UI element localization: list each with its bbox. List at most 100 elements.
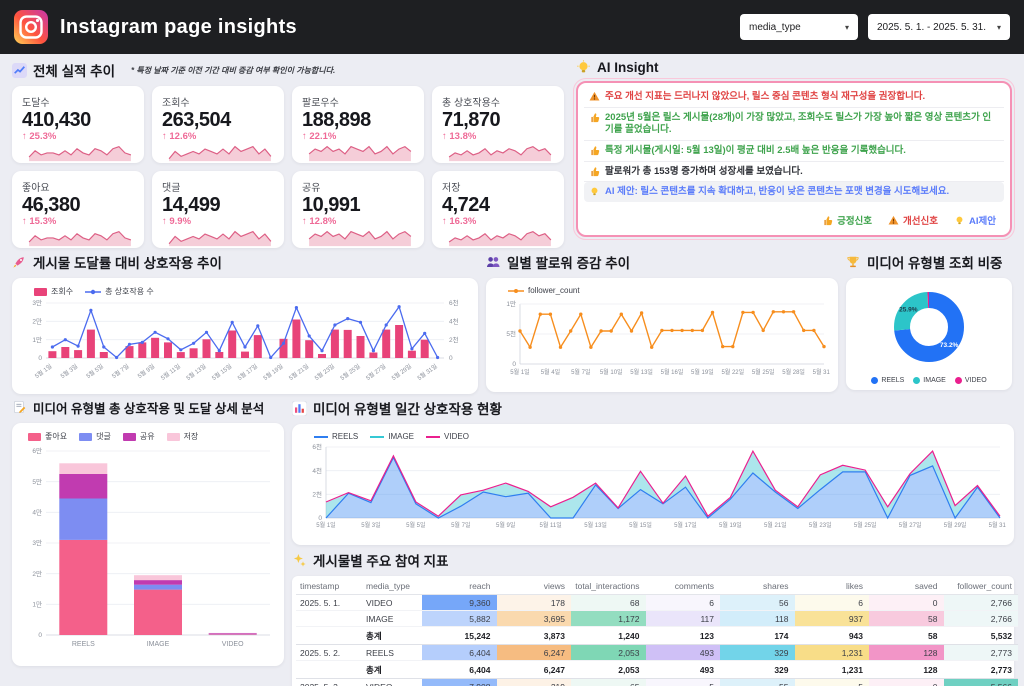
kpi-delta: ↑ 13.8%	[442, 131, 554, 142]
follower-chart-legend: follower_count	[494, 284, 830, 296]
area-chart-title: 미디어 유형별 일간 상호작용 현황	[313, 398, 502, 418]
column-header[interactable]: views	[497, 578, 572, 595]
memo-icon	[12, 400, 27, 415]
kpi-label: 공유	[302, 179, 414, 194]
legend-item[interactable]: IMAGE	[913, 377, 946, 384]
donut-chart: 73.2%25.9%	[854, 284, 1004, 370]
trend-icon	[12, 63, 27, 78]
table-cell: 7,908	[422, 679, 497, 686]
svg-text:5월 19일: 5월 19일	[691, 368, 714, 376]
table-cell: 58	[869, 611, 944, 627]
column-header[interactable]: saved	[869, 578, 944, 595]
table-cell: 0	[869, 679, 944, 686]
table-cell: 65	[571, 679, 646, 686]
area-chart-header: 미디어 유형별 일간 상호작용 현황	[292, 398, 1014, 418]
svg-text:73.2%: 73.2%	[940, 342, 959, 349]
svg-text:5월 11일: 5월 11일	[159, 362, 182, 382]
stacked-bar-legend: 좋아요 댓글 공유 저장	[20, 429, 276, 443]
svg-text:5월 23일: 5월 23일	[809, 521, 832, 529]
column-header[interactable]: reach	[422, 578, 497, 595]
ai-insight-text: 특정 게시물(게시일: 5월 13일)이 평균 대비 2.5배 높은 반응을 기…	[605, 145, 906, 157]
table-cell: 6,404	[422, 645, 497, 661]
donut-chart-card: 73.2%25.9% REELS IMAGE VIDEO	[846, 278, 1012, 390]
area-chart-panel: 미디어 유형별 일간 상호작용 현황 REELSIMAGEVIDEO 02천4천…	[292, 398, 1014, 545]
svg-text:5월 3일: 5월 3일	[361, 521, 380, 529]
ai-insight-header: AI Insight	[576, 60, 1012, 75]
svg-text:3만: 3만	[32, 538, 42, 547]
legend-item[interactable]: IMAGE	[370, 432, 414, 441]
column-header[interactable]: total_interactions	[571, 578, 646, 595]
ai-legend-item: AI제안	[954, 213, 996, 227]
ai-insight-item: 특정 게시물(게시일: 5월 13일)이 평균 대비 2.5배 높은 반응을 기…	[584, 141, 1004, 162]
thumb-icon	[589, 166, 600, 177]
kpi-value: 10,991	[302, 194, 414, 216]
legend-item[interactable]: 총 상호작용 수	[85, 286, 154, 297]
column-header[interactable]: media_type	[362, 578, 422, 595]
table-cell: 6	[795, 595, 870, 611]
svg-text:5월 4일: 5월 4일	[541, 368, 560, 376]
legend-item[interactable]: REELS	[314, 432, 358, 441]
kpi-label: 댓글	[162, 179, 274, 194]
kpi-label: 조회수	[162, 94, 274, 109]
legend-item[interactable]: 저장	[167, 431, 199, 442]
legend-item[interactable]: 공유	[123, 431, 155, 442]
svg-text:5월 17일: 5월 17일	[236, 362, 259, 382]
kpi-sparkline	[162, 143, 278, 163]
ai-insight-legend: 긍정신호개선신호AI제안	[584, 207, 1004, 231]
svg-text:5월 31일: 5월 31일	[989, 521, 1006, 529]
area-chart-card: REELSIMAGEVIDEO 02천4천6천5월 1일5월 3일5월 5일5월…	[292, 424, 1014, 545]
combo-chart-header: 게시물 도달률 대비 상호작용 추이	[12, 252, 478, 272]
table-cell: 3,695	[497, 611, 572, 627]
date-range-picker[interactable]: 2025. 5. 1. - 2025. 5. 31. ▾	[868, 14, 1010, 40]
legend-item[interactable]: follower_count	[508, 286, 580, 295]
page-title: Instagram page insights	[60, 16, 297, 39]
table-row: 2025. 5. 2.REELS6,4046,2472,0534933291,2…	[296, 645, 1018, 661]
legend-item[interactable]: VIDEO	[426, 432, 469, 441]
legend-item[interactable]: 댓글	[79, 431, 111, 442]
legend-item[interactable]: VIDEO	[955, 377, 987, 384]
column-header[interactable]: shares	[720, 578, 795, 595]
legend-item[interactable]: 좋아요	[28, 431, 67, 442]
svg-text:5월 1일: 5월 1일	[510, 368, 529, 376]
svg-text:2천: 2천	[449, 335, 459, 344]
table-cell: 937	[795, 611, 870, 627]
donut-chart-legend: REELS IMAGE VIDEO	[854, 375, 1004, 384]
combo-chart: 01만2만3만02천4천6천5월 1일5월 3일5월 5일5월 7일5월 9일5…	[20, 298, 470, 383]
table-cell: 58	[869, 627, 944, 645]
column-header[interactable]: timestamp	[296, 578, 362, 595]
donut-chart-header: 미디어 유형별 조회 비중	[846, 252, 1012, 272]
table-cell: 55	[720, 679, 795, 686]
follower-chart-card: follower_count 05천1만5월 1일5월 4일5월 7일5월 10…	[486, 278, 838, 392]
svg-text:VIDEO: VIDEO	[222, 641, 244, 648]
table-cell: 1,231	[795, 645, 870, 661]
table-cell: 2,766	[944, 595, 1019, 611]
metrics-table-card: timestampmedia_typereachviewstotal_inter…	[292, 576, 1014, 686]
table-cell: 493	[646, 645, 721, 661]
svg-text:2천: 2천	[312, 490, 322, 499]
ai-legend-item: 개선신호	[888, 213, 938, 227]
svg-text:5월 16일: 5월 16일	[661, 368, 684, 376]
column-header[interactable]: likes	[795, 578, 870, 595]
legend-item[interactable]: 조회수	[34, 286, 73, 297]
table-cell: 1,240	[571, 627, 646, 645]
kpi-label: 팔로우수	[302, 94, 414, 109]
table-cell: 178	[497, 595, 572, 611]
follower-chart-header: 일별 팔로워 증감 추이	[486, 252, 838, 272]
column-header[interactable]: comments	[646, 578, 721, 595]
table-cell: 6	[646, 595, 721, 611]
svg-text:5월 29일: 5월 29일	[390, 362, 413, 382]
table-row: 2025. 5. 1.VIDEO9,36017868656602,766	[296, 595, 1018, 611]
column-header[interactable]: follower_count	[944, 578, 1019, 595]
svg-text:5월 25일: 5월 25일	[752, 368, 775, 376]
people-icon	[486, 255, 501, 270]
warning-icon	[589, 91, 600, 102]
svg-text:2만: 2만	[32, 569, 42, 578]
svg-text:5월 25일: 5월 25일	[339, 362, 362, 382]
date-range-value: 2025. 5. 1. - 2025. 5. 31.	[877, 22, 986, 33]
table-section: 게시물별 주요 참여 지표 timestampmedia_typereachvi…	[292, 550, 1014, 686]
media-type-dropdown[interactable]: media_type ▾	[740, 14, 858, 40]
svg-text:0: 0	[38, 632, 42, 639]
kpi-card: 팔로우수188,898↑ 22.1%	[292, 86, 424, 163]
kpi-section-header: 전체 실적 추이 * 특정 날짜 기준 이전 기간 대비 증감 여부 확인이 가…	[12, 60, 564, 80]
legend-item[interactable]: REELS	[871, 377, 904, 384]
